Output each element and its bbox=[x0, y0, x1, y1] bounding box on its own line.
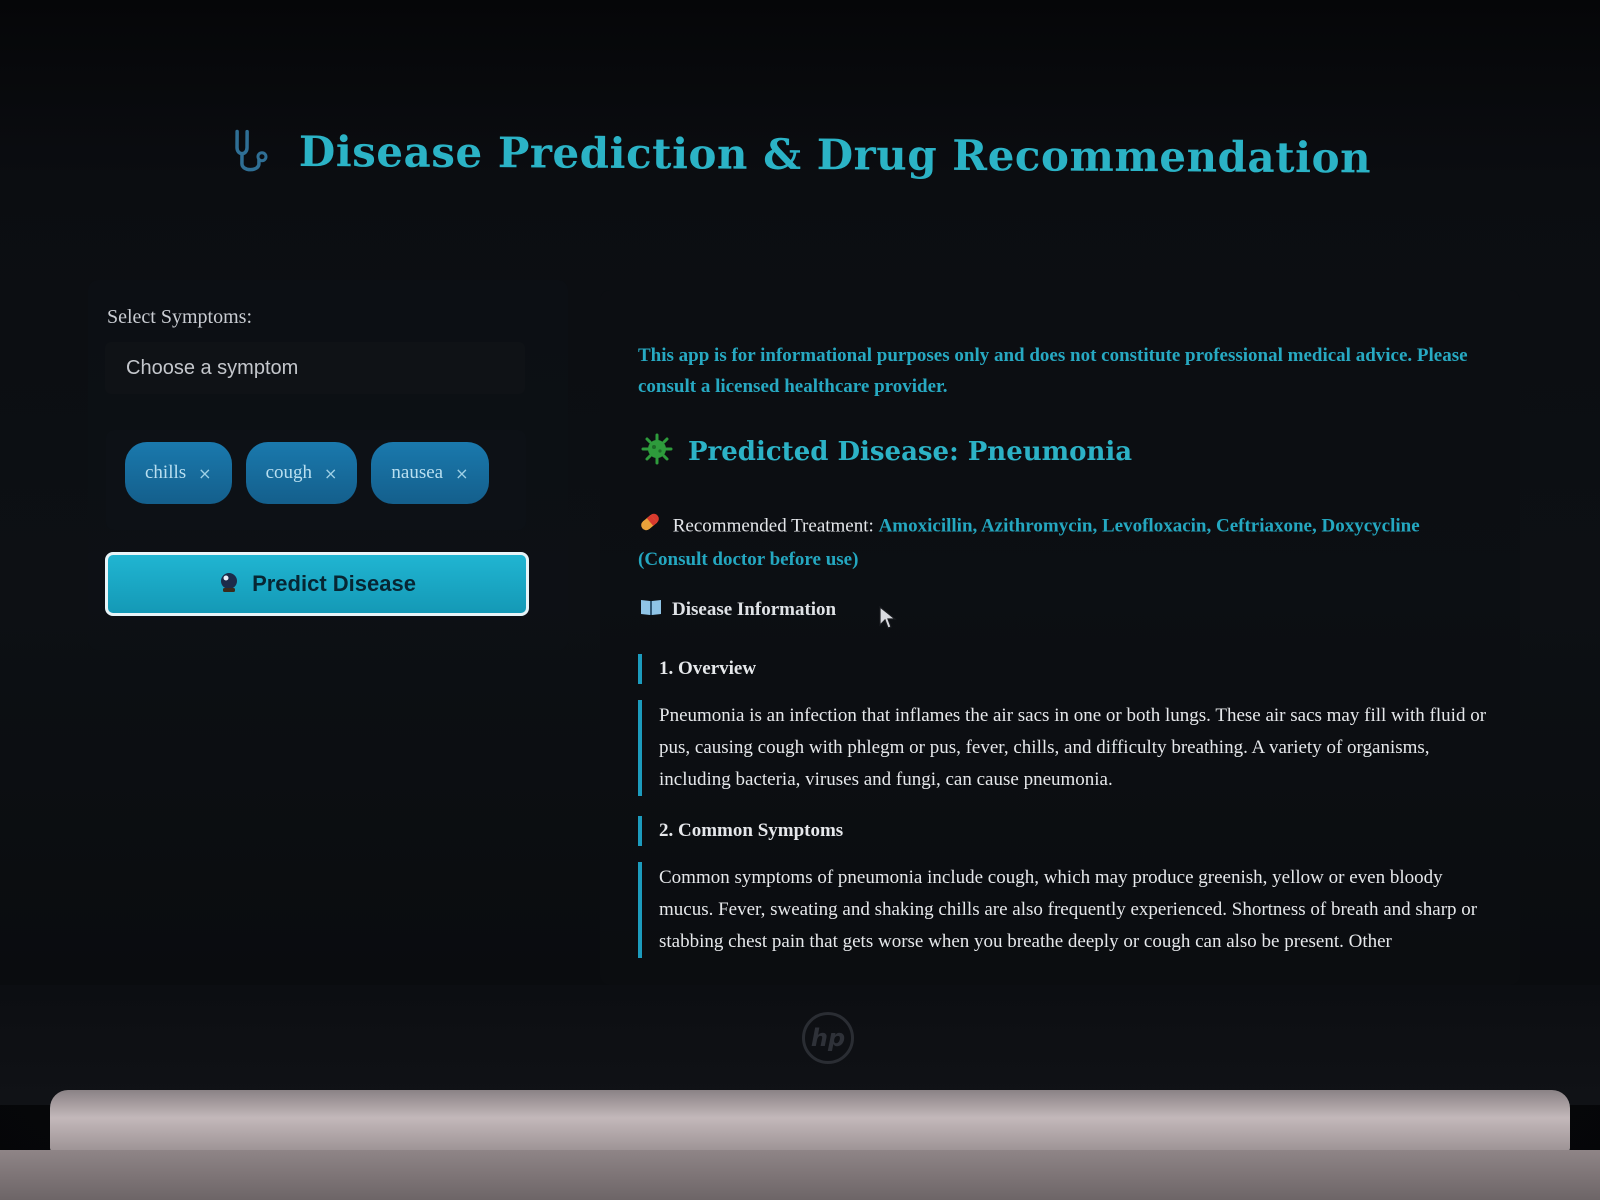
chip-remove-icon[interactable]: × bbox=[324, 464, 337, 483]
section-heading: 1. Overview bbox=[638, 654, 756, 684]
section-heading-text: 1. Overview bbox=[659, 658, 757, 679]
chip-remove-icon[interactable]: × bbox=[455, 464, 468, 483]
treatment-block: Recommended Treatment: Amoxicillin, Azit… bbox=[638, 510, 1498, 575]
crystal-ball-icon bbox=[218, 571, 240, 598]
microbe-icon bbox=[640, 432, 674, 471]
laptop-hinge bbox=[50, 1090, 1570, 1152]
drug-list: Amoxicillin, Azithromycin, Levofloxacin,… bbox=[878, 515, 1420, 537]
header: Disease Prediction & Drug Recommendation bbox=[0, 125, 1600, 184]
predict-disease-button[interactable]: Predict Disease bbox=[105, 552, 529, 616]
disease-info-heading: Disease Information bbox=[640, 598, 836, 622]
section-body-text: Common symptoms of pneumonia include cou… bbox=[659, 867, 1478, 952]
hp-logo: hp bbox=[802, 1012, 854, 1064]
laptop-base bbox=[0, 1150, 1600, 1200]
mouse-cursor bbox=[878, 605, 898, 636]
consult-note: (Consult doctor before use) bbox=[638, 549, 859, 570]
symptom-chip[interactable]: cough × bbox=[245, 442, 358, 504]
symptom-select-placeholder: Choose a symptom bbox=[126, 356, 299, 379]
selected-symptoms: chills × cough × nausea × bbox=[106, 430, 526, 530]
predict-disease-label: Predict Disease bbox=[252, 571, 416, 596]
symptom-chip[interactable]: nausea × bbox=[371, 442, 489, 504]
treatment-label: Recommended Treatment: bbox=[672, 515, 874, 537]
stethoscope-icon bbox=[229, 127, 277, 175]
symptom-chip[interactable]: chills × bbox=[125, 442, 232, 504]
symptom-panel: Select Symptoms: Choose a symptom chills… bbox=[88, 280, 568, 650]
section-body: Common symptoms of pneumonia include cou… bbox=[638, 862, 1494, 958]
section-body-text: Pneumonia is an infection that inflames … bbox=[659, 705, 1487, 790]
section-heading: 2. Common Symptoms bbox=[638, 816, 843, 846]
app-screen: Disease Prediction & Drug Recommendation… bbox=[0, 0, 1600, 985]
predicted-disease-label: Predicted Disease: Pneumonia bbox=[688, 436, 1133, 467]
book-icon bbox=[640, 598, 662, 622]
disease-info-label: Disease Information bbox=[672, 599, 837, 620]
section-body: Pneumonia is an infection that inflames … bbox=[638, 700, 1494, 796]
symptom-select[interactable]: Choose a symptom bbox=[105, 342, 525, 394]
symptom-chip-label: cough bbox=[265, 462, 313, 483]
symptom-chip-label: nausea bbox=[391, 462, 444, 483]
disclaimer-text: This app is for informational purposes o… bbox=[638, 345, 1468, 397]
predicted-disease: Predicted Disease: Pneumonia bbox=[640, 432, 1132, 471]
page-title: Disease Prediction & Drug Recommendation bbox=[298, 126, 1372, 183]
pill-icon bbox=[638, 510, 662, 544]
chip-remove-icon[interactable]: × bbox=[198, 464, 211, 483]
symptom-chip-label: chills bbox=[145, 462, 187, 483]
symptom-select-label: Select Symptoms: bbox=[107, 306, 252, 328]
section-heading-text: 2. Common Symptoms bbox=[659, 820, 844, 841]
result-panel: This app is for informational purposes o… bbox=[600, 290, 1520, 985]
laptop-bezel bbox=[0, 985, 1600, 1105]
photo-frame: Disease Prediction & Drug Recommendation… bbox=[0, 0, 1600, 1200]
